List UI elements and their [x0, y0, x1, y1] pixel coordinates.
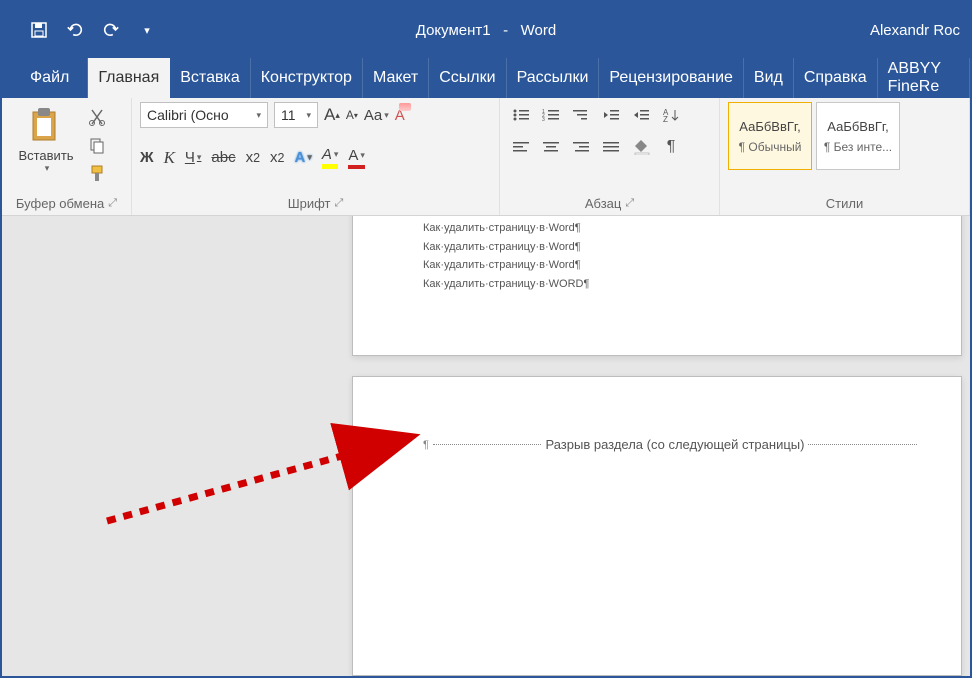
tab-references[interactable]: Ссылки: [429, 58, 506, 98]
group-font: Calibri (Осно▾ 11▾ A▴ A▾ Aa▾ A Ж К Ч▾ ab…: [132, 98, 500, 215]
quick-access-toolbar: ▾: [2, 21, 156, 39]
app-name: Word: [521, 22, 557, 39]
show-marks-button[interactable]: ¶: [658, 134, 684, 160]
doc-line[interactable]: Как·удалить·страницу·в·Word¶: [423, 238, 891, 257]
chevron-down-icon: ▾: [306, 110, 311, 121]
section-break-label: Разрыв раздела (со следующей страницы): [545, 437, 804, 452]
doc-name: Документ1: [416, 22, 491, 39]
tab-layout[interactable]: Макет: [363, 58, 429, 98]
paste-button[interactable]: Вставить ▾: [10, 102, 82, 174]
text-effects-button[interactable]: A▾: [294, 149, 311, 166]
undo-icon[interactable]: [66, 21, 84, 39]
tab-home[interactable]: Главная: [88, 58, 170, 98]
ribbon-tabs: Файл Главная Вставка Конструктор Макет С…: [2, 58, 970, 98]
font-size-combo[interactable]: 11▾: [274, 102, 318, 128]
page-2[interactable]: ¶ Разрыв раздела (со следующей страницы): [352, 376, 962, 676]
highlight-button[interactable]: A▾: [322, 146, 339, 169]
align-left-icon[interactable]: [508, 134, 534, 160]
grow-font-icon[interactable]: A▴: [324, 105, 340, 125]
font-name-combo[interactable]: Calibri (Осно▾: [140, 102, 268, 128]
decrease-indent-icon[interactable]: [598, 102, 624, 128]
tab-file[interactable]: Файл: [2, 58, 88, 98]
paste-label: Вставить: [18, 148, 73, 163]
break-dotted-line: [433, 444, 542, 445]
group-styles: АаБбВвГг, ¶ Обычный АаБбВвГг, ¶ Без инте…: [720, 98, 970, 215]
chevron-down-icon: ▾: [256, 110, 261, 121]
break-dotted-line: [808, 444, 917, 445]
sort-icon[interactable]: AZ: [658, 102, 684, 128]
justify-icon[interactable]: [598, 134, 624, 160]
tab-help[interactable]: Справка: [794, 58, 878, 98]
bold-button[interactable]: Ж: [140, 149, 154, 166]
superscript-button[interactable]: x2: [270, 149, 284, 166]
svg-text:Z: Z: [663, 115, 668, 122]
tab-insert[interactable]: Вставка: [170, 58, 250, 98]
section-break[interactable]: ¶ Разрыв раздела (со следующей страницы): [423, 437, 921, 452]
bullets-icon[interactable]: [508, 102, 534, 128]
titlebar: ▾ Документ1 - Word Alexandr Roc: [2, 2, 970, 58]
qat-customize-icon[interactable]: ▾: [138, 21, 156, 39]
chevron-down-icon: ▾: [45, 163, 50, 174]
multilevel-icon[interactable]: [568, 102, 594, 128]
clipboard-icon: [29, 106, 63, 146]
dialog-launcher-icon[interactable]: ⤢: [334, 197, 343, 210]
change-case-button[interactable]: Aa▾: [364, 107, 389, 124]
shrink-font-icon[interactable]: A▾: [346, 108, 358, 122]
underline-button[interactable]: Ч▾: [185, 149, 202, 166]
group-font-label: Шрифт: [288, 196, 331, 211]
group-paragraph: 123 AZ ¶ Абзац ⤢: [500, 98, 720, 215]
align-right-icon[interactable]: [568, 134, 594, 160]
window-title: Документ1 - Word: [416, 22, 557, 39]
increase-indent-icon[interactable]: [628, 102, 654, 128]
ribbon: Вставить ▾ Буфер обмена ⤢: [2, 98, 970, 216]
strike-button[interactable]: abc: [211, 149, 235, 166]
group-clipboard-label: Буфер обмена: [16, 196, 104, 211]
doc-line[interactable]: Как·удалить·страницу·в·Word¶: [423, 256, 891, 275]
tab-mailings[interactable]: Рассылки: [507, 58, 600, 98]
cut-icon[interactable]: [88, 108, 108, 128]
doc-line[interactable]: Как·удалить·страницу·в·Word¶: [423, 219, 891, 238]
svg-text:3: 3: [542, 117, 545, 122]
font-color-button[interactable]: A▾: [348, 147, 365, 169]
dialog-launcher-icon[interactable]: ⤢: [108, 197, 117, 210]
tab-abbyy[interactable]: ABBYY FineRe: [878, 58, 970, 98]
group-styles-label: Стили: [826, 196, 863, 211]
page-1[interactable]: Как·удалить·страницу·в·Word¶ Как·удалить…: [352, 216, 962, 356]
clear-format-icon[interactable]: A: [395, 107, 405, 124]
group-clipboard: Вставить ▾ Буфер обмена ⤢: [2, 98, 132, 215]
document-area[interactable]: Как·удалить·страницу·в·Word¶ Как·удалить…: [2, 216, 970, 676]
user-name: Alexandr Roc: [870, 22, 970, 39]
align-center-icon[interactable]: [538, 134, 564, 160]
redo-icon[interactable]: [102, 21, 120, 39]
subscript-button[interactable]: x2: [246, 149, 260, 166]
italic-button[interactable]: К: [164, 148, 175, 168]
format-painter-icon[interactable]: [88, 164, 108, 184]
numbering-icon[interactable]: 123: [538, 102, 564, 128]
tab-design[interactable]: Конструктор: [251, 58, 363, 98]
style-normal[interactable]: АаБбВвГг, ¶ Обычный: [728, 102, 812, 170]
pilcrow-mark: ¶: [423, 439, 429, 451]
shading-icon[interactable]: [628, 134, 654, 160]
tab-review[interactable]: Рецензирование: [599, 58, 744, 98]
tab-view[interactable]: Вид: [744, 58, 794, 98]
doc-line[interactable]: Как·удалить·страницу·в·WORD¶: [423, 275, 891, 294]
dialog-launcher-icon[interactable]: ⤢: [625, 197, 634, 210]
group-paragraph-label: Абзац: [585, 196, 621, 211]
copy-icon[interactable]: [88, 136, 108, 156]
style-no-spacing[interactable]: АаБбВвГг, ¶ Без инте...: [816, 102, 900, 170]
save-icon[interactable]: [30, 21, 48, 39]
